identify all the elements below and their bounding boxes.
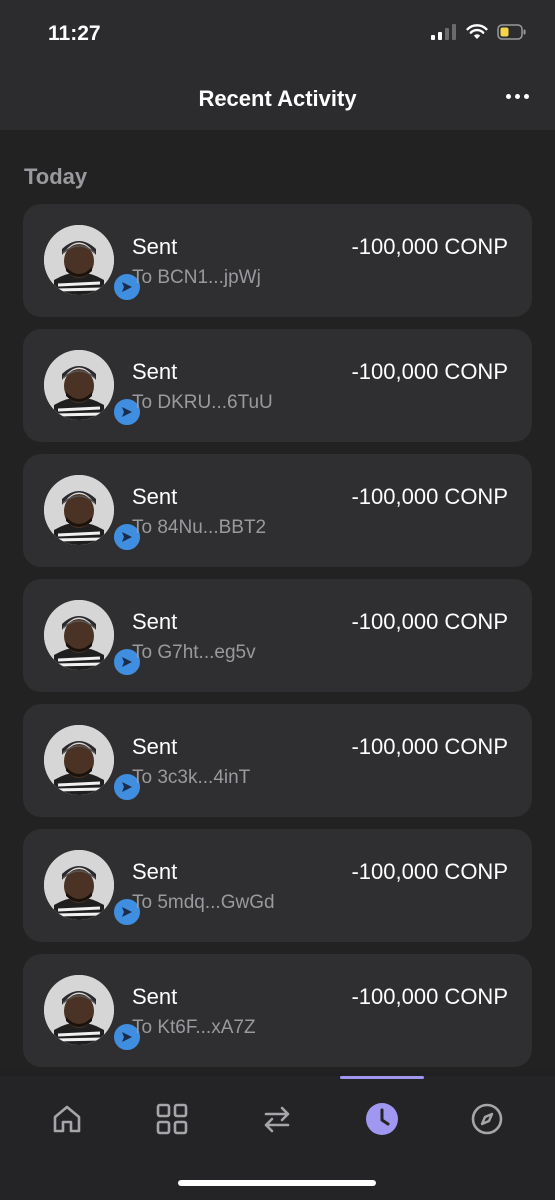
activity-item[interactable]: Sent To BCN1...jpWj -100,000 CONP xyxy=(23,204,532,317)
activity-amount: -100,000 CONP xyxy=(351,609,508,634)
activity-list: Sent To BCN1...jpWj -100,000 CONP Sent T… xyxy=(23,204,532,1079)
avatar xyxy=(44,225,114,295)
more-horizontal-icon xyxy=(506,94,511,99)
more-options-button[interactable] xyxy=(506,94,529,99)
section-label-today: Today xyxy=(24,164,88,189)
home-icon xyxy=(53,1105,81,1133)
avatar xyxy=(44,350,114,420)
activity-recipient: To BCN1...jpWj xyxy=(132,267,261,288)
status-time: 11:27 xyxy=(48,22,101,45)
activity-amount: -100,000 CONP xyxy=(351,984,508,1009)
avatar xyxy=(44,725,114,795)
activity-recipient: To G7ht...eg5v xyxy=(132,642,256,663)
battery-icon xyxy=(497,24,526,40)
avatar xyxy=(44,850,114,920)
activity-title: Sent xyxy=(132,609,178,634)
activity-title: Sent xyxy=(132,234,178,259)
activity-item[interactable]: Sent To G7ht...eg5v -100,000 CONP xyxy=(23,579,532,692)
activity-recipient: To Kt6F...xA7Z xyxy=(132,1017,256,1038)
activity-recipient: To 5mdq...GwGd xyxy=(132,892,275,913)
activity-amount: -100,000 CONP xyxy=(351,359,508,384)
activity-amount: -100,000 CONP xyxy=(351,234,508,259)
activity-recipient: To DKRU...6TuU xyxy=(132,392,273,413)
header: Recent Activity xyxy=(0,70,555,130)
tab-swap[interactable] xyxy=(247,1094,307,1144)
activity-amount: -100,000 CONP xyxy=(351,484,508,509)
active-tab-indicator xyxy=(340,1076,424,1079)
activity-item[interactable]: Sent To 5mdq...GwGd -100,000 CONP xyxy=(23,829,532,942)
status-bar: 11:27 xyxy=(0,0,555,70)
avatar-image xyxy=(44,725,114,795)
clock-icon xyxy=(366,1103,398,1135)
avatar-image xyxy=(44,975,114,1045)
tab-explore[interactable] xyxy=(457,1094,517,1144)
cellular-signal-icon xyxy=(431,24,456,40)
status-icons xyxy=(431,24,527,40)
avatar-image xyxy=(44,600,114,670)
activity-item[interactable]: Sent To 3c3k...4inT -100,000 CONP xyxy=(23,704,532,817)
home-indicator[interactable] xyxy=(178,1180,376,1186)
activity-title: Sent xyxy=(132,984,178,1009)
activity-title: Sent xyxy=(132,859,178,884)
avatar-image xyxy=(44,850,114,920)
compass-icon xyxy=(471,1103,503,1135)
page-title: Recent Activity xyxy=(198,86,357,111)
activity-title: Sent xyxy=(132,484,178,509)
avatar xyxy=(44,600,114,670)
activity-item[interactable]: Sent To Kt6F...xA7Z -100,000 CONP xyxy=(23,954,532,1067)
activity-item[interactable]: Sent To 84Nu...BBT2 -100,000 CONP xyxy=(23,454,532,567)
activity-item[interactable]: Sent To DKRU...6TuU -100,000 CONP xyxy=(23,329,532,442)
tab-apps[interactable] xyxy=(142,1094,202,1144)
activity-recipient: To 84Nu...BBT2 xyxy=(132,517,267,538)
grid-icon xyxy=(156,1103,188,1135)
activity-title: Sent xyxy=(132,359,178,384)
wifi-icon xyxy=(466,24,488,39)
activity-amount: -100,000 CONP xyxy=(351,859,508,884)
activity-title: Sent xyxy=(132,734,178,759)
activity-amount: -100,000 CONP xyxy=(351,734,508,759)
avatar xyxy=(44,475,114,545)
avatar xyxy=(44,975,114,1045)
avatar-image xyxy=(44,225,114,295)
avatar-image xyxy=(44,350,114,420)
tab-home[interactable] xyxy=(37,1094,97,1144)
tab-activity[interactable] xyxy=(352,1094,412,1144)
swap-icon xyxy=(264,1106,290,1133)
avatar-image xyxy=(44,475,114,545)
activity-recipient: To 3c3k...4inT xyxy=(132,767,251,788)
